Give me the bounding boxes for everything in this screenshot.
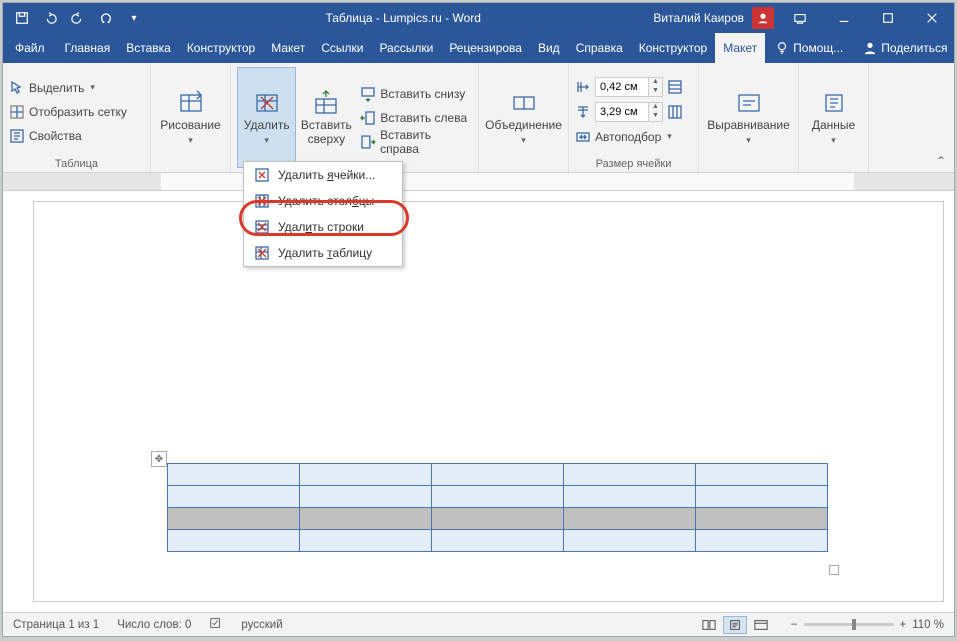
- status-page[interactable]: Страница 1 из 1: [13, 619, 99, 631]
- col-width-input[interactable]: ▲▼: [595, 102, 663, 122]
- table-move-handle-icon[interactable]: ✥: [151, 451, 167, 467]
- table-row[interactable]: [168, 530, 828, 552]
- insert-left-label: Вставить слева: [380, 111, 467, 125]
- draw-table-button[interactable]: Рисование ▾: [161, 67, 221, 168]
- user-avatar-icon[interactable]: [752, 7, 774, 29]
- share-label: Поделиться: [881, 41, 947, 55]
- group-label-size: Размер ячейки: [575, 156, 692, 170]
- qat-customize-icon[interactable]: ▾: [121, 5, 147, 31]
- tab-help[interactable]: Справка: [568, 33, 631, 63]
- group-label-draw: [157, 168, 224, 170]
- ribbon-display-icon[interactable]: [778, 3, 822, 33]
- menu-delete-rows[interactable]: Удалить строки: [244, 214, 402, 240]
- menu-delete-columns[interactable]: Удалить столбцы: [244, 188, 402, 214]
- autofit-label: Автоподбор: [595, 130, 661, 144]
- view-read-mode-icon[interactable]: [697, 616, 721, 634]
- share-button[interactable]: Поделиться: [853, 33, 957, 63]
- tab-home[interactable]: Главная: [57, 33, 119, 63]
- properties-label: Свойства: [29, 129, 82, 143]
- delete-dropdown-menu: Удалить ячейки... Удалить столбцы Удалит…: [243, 161, 403, 267]
- insert-right-label: Вставить справа: [380, 128, 472, 156]
- status-words[interactable]: Число слов: 0: [117, 619, 191, 631]
- table-row-selected[interactable]: [168, 508, 828, 530]
- autofit-button[interactable]: Автоподбор▾: [575, 126, 683, 148]
- select-label: Выделить: [29, 81, 84, 95]
- group-label-align: [705, 168, 792, 170]
- tab-references[interactable]: Ссылки: [313, 33, 371, 63]
- alignment-label: Выравнивание: [707, 119, 790, 132]
- alignment-button[interactable]: Выравнивание ▾: [719, 67, 779, 168]
- qat-save-icon[interactable]: [9, 5, 35, 31]
- distribute-cols-icon[interactable]: [667, 104, 683, 120]
- row-height-icon: [575, 79, 591, 95]
- status-language[interactable]: русский: [241, 619, 282, 631]
- select-button[interactable]: Выделить▾: [9, 77, 127, 99]
- insert-below-button[interactable]: Вставить снизу: [360, 83, 472, 105]
- tab-table-design[interactable]: Конструктор: [631, 33, 715, 63]
- tab-insert[interactable]: Вставка: [118, 33, 179, 63]
- insert-below-label: Вставить снизу: [380, 87, 465, 101]
- tab-review[interactable]: Рецензирова: [441, 33, 530, 63]
- maximize-button[interactable]: [866, 3, 910, 33]
- zoom-level[interactable]: 110 %: [912, 619, 944, 631]
- qat-undo-icon[interactable]: [37, 5, 63, 31]
- table-row[interactable]: [168, 486, 828, 508]
- menu-delete-cells[interactable]: Удалить ячейки...: [244, 162, 402, 188]
- collapse-ribbon-icon[interactable]: ⌃: [936, 154, 946, 168]
- close-button[interactable]: [910, 3, 954, 33]
- minimize-button[interactable]: [822, 3, 866, 33]
- tell-me-label: Помощ...: [793, 41, 843, 55]
- horizontal-ruler[interactable]: [3, 173, 954, 191]
- user-name: Виталий Каиров: [653, 11, 744, 25]
- tab-layout[interactable]: Макет: [263, 33, 313, 63]
- insert-above-label: Вставить сверху: [297, 119, 355, 145]
- group-label-merge: [485, 168, 562, 170]
- row-height-input[interactable]: ▲▼: [595, 77, 663, 97]
- view-print-layout-icon[interactable]: [723, 616, 747, 634]
- table-row[interactable]: [168, 464, 828, 486]
- zoom-in-button[interactable]: +: [900, 619, 907, 631]
- group-label-table: Таблица: [9, 156, 144, 170]
- table-resize-handle-icon[interactable]: [829, 565, 839, 575]
- distribute-rows-icon[interactable]: [667, 79, 683, 95]
- document-table[interactable]: [167, 463, 828, 552]
- group-label-data: [805, 168, 862, 170]
- insert-left-button[interactable]: Вставить слева: [360, 107, 472, 129]
- properties-button[interactable]: Свойства: [9, 125, 127, 147]
- status-spellcheck-icon[interactable]: [209, 616, 223, 633]
- tab-mailings[interactable]: Рассылки: [371, 33, 441, 63]
- tell-me[interactable]: Помощ...: [765, 33, 853, 63]
- zoom-slider[interactable]: [804, 623, 894, 626]
- gridlines-label: Отобразить сетку: [29, 105, 127, 119]
- draw-label: Рисование: [160, 119, 220, 132]
- col-width-icon: [575, 104, 591, 120]
- qat-redo-icon[interactable]: [65, 5, 91, 31]
- merge-button[interactable]: Объединение ▾: [494, 67, 554, 168]
- insert-above-button[interactable]: Вставить сверху: [296, 67, 356, 168]
- view-web-layout-icon[interactable]: [749, 616, 773, 634]
- menu-delete-table[interactable]: Удалить таблицу: [244, 240, 402, 266]
- window-title: Таблица - Lumpics.ru - Word: [153, 11, 653, 25]
- qat-symbol-icon[interactable]: [93, 5, 119, 31]
- zoom-out-button[interactable]: −: [791, 619, 798, 631]
- delete-label: Удалить: [244, 119, 290, 132]
- tab-view[interactable]: Вид: [530, 33, 568, 63]
- insert-right-button[interactable]: Вставить справа: [360, 131, 472, 153]
- tab-file[interactable]: Файл: [3, 33, 57, 63]
- merge-label: Объединение: [485, 119, 562, 132]
- tab-table-layout[interactable]: Макет: [715, 33, 765, 63]
- data-button[interactable]: Данные ▾: [805, 67, 862, 168]
- tab-design[interactable]: Конструктор: [179, 33, 263, 63]
- delete-button[interactable]: Удалить ▾: [237, 67, 296, 168]
- data-label: Данные: [812, 119, 855, 132]
- gridlines-button[interactable]: Отобразить сетку: [9, 101, 127, 123]
